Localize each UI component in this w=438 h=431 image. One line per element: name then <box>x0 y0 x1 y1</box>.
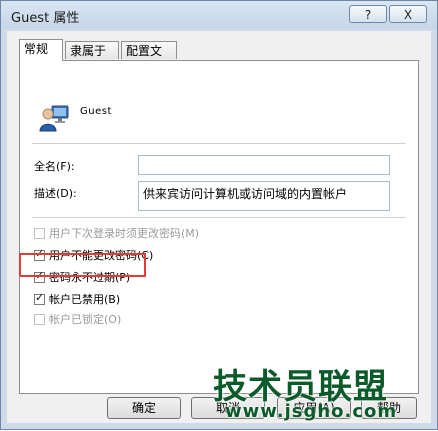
option-label: 用户下次登录时须更改密码(M) <box>49 227 200 240</box>
description-input[interactable]: 供来宾访问计算机或访问域的内置帐户 <box>138 181 390 211</box>
option-label: 帐户已禁用(B) <box>49 293 121 306</box>
checkbox[interactable] <box>34 291 45 305</box>
tab-profile[interactable]: 配置文件 <box>121 41 177 76</box>
divider <box>32 217 406 218</box>
divider <box>32 143 406 144</box>
option-account-locked[interactable]: 帐户已锁定(O) <box>34 311 121 327</box>
fullname-value <box>139 156 389 162</box>
option-change-password-next-logon[interactable]: 用户下次登录时须更改密码(M) <box>34 225 199 241</box>
tab-general[interactable]: 常规 <box>19 39 63 61</box>
tab-member-of[interactable]: 隶属于 <box>65 41 119 59</box>
title-bar[interactable]: Guest 属性 ? X <box>1 1 437 29</box>
option-account-disabled[interactable]: 帐户已禁用(B) <box>34 291 120 307</box>
description-value: 供来宾访问计算机或访问域的内置帐户 <box>143 187 348 201</box>
checkbox[interactable] <box>34 227 45 239</box>
help-title-button[interactable]: ? <box>349 5 387 23</box>
description-label: 描述(D): <box>34 187 77 200</box>
highlight-box <box>19 253 146 277</box>
dialog-client: 常规 隶属于 配置文件 Guest 全名(F): 描述(D): 供来宾访问计算机… <box>7 31 431 423</box>
cancel-button[interactable]: 取消 <box>191 397 265 419</box>
close-button[interactable]: X <box>389 5 427 23</box>
help-button[interactable]: 帮助 <box>361 397 417 419</box>
checkbox[interactable] <box>34 313 45 325</box>
username-label: Guest <box>80 106 112 117</box>
fullname-input[interactable] <box>138 155 390 175</box>
properties-dialog: Guest 属性 ? X 常规 隶属于 配置文件 Guest 全名(F): <box>0 0 438 430</box>
fullname-label: 全名(F): <box>34 160 75 173</box>
option-label: 帐户已锁定(O) <box>49 313 122 326</box>
general-panel: Guest 全名(F): 描述(D): 供来宾访问计算机或访问域的内置帐户 用户… <box>19 60 419 394</box>
user-icon <box>39 105 69 132</box>
ok-button[interactable]: 确定 <box>107 397 181 419</box>
apply-button[interactable]: 应用(A) <box>277 397 351 419</box>
window-title: Guest 属性 <box>11 11 80 26</box>
